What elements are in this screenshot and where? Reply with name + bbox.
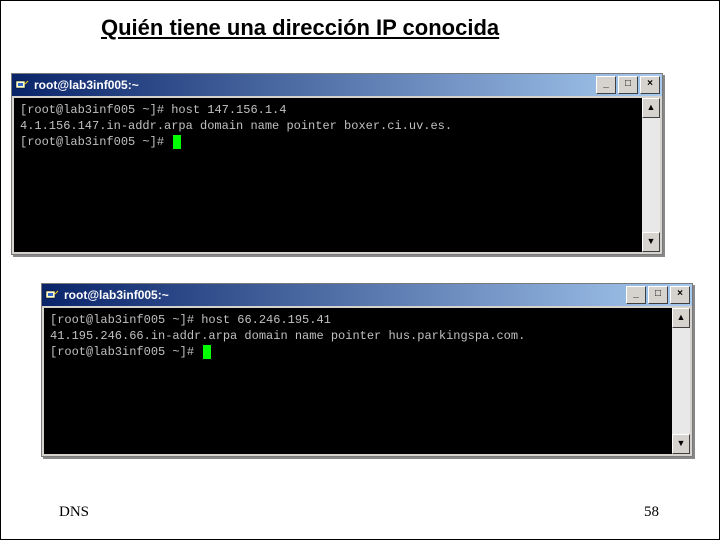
prompt: [root@lab3inf005 ~]# (20, 103, 164, 117)
prompt: [root@lab3inf005 ~]# (50, 313, 194, 327)
page-number: 58 (644, 504, 659, 521)
minimize-button[interactable]: _ (596, 76, 616, 94)
footer-label: DNS (59, 504, 89, 521)
scroll-up-icon[interactable]: ▲ (672, 308, 690, 328)
scroll-track[interactable] (642, 118, 660, 232)
scrollbar-1[interactable]: ▲ ▼ (642, 98, 660, 252)
close-button[interactable]: × (670, 286, 690, 304)
slide-title: Quién tiene una dirección IP conocida (101, 15, 499, 41)
scroll-up-icon[interactable]: ▲ (642, 98, 660, 118)
maximize-button[interactable]: □ (648, 286, 668, 304)
command-text: host 147.156.1.4 (164, 103, 286, 117)
terminal-window-1: root@lab3inf005:~ _ □ × [root@lab3inf005… (11, 73, 663, 255)
window-title-2: root@lab3inf005:~ (64, 288, 626, 302)
terminal-body-1[interactable]: [root@lab3inf005 ~]# host 147.156.1.4 4.… (14, 98, 660, 252)
slide: Quién tiene una dirección IP conocida ro… (0, 0, 720, 540)
window-buttons-2: _ □ × (626, 286, 690, 304)
output-line: 4.1.156.147.in-addr.arpa domain name poi… (20, 119, 452, 133)
cursor-icon (173, 135, 181, 149)
cursor-icon (203, 345, 211, 359)
terminal-body-2[interactable]: [root@lab3inf005 ~]# host 66.246.195.41 … (44, 308, 690, 454)
prompt: [root@lab3inf005 ~]# (50, 345, 194, 359)
maximize-button[interactable]: □ (618, 76, 638, 94)
scroll-down-icon[interactable]: ▼ (642, 232, 660, 252)
putty-icon (44, 287, 60, 303)
titlebar-2[interactable]: root@lab3inf005:~ _ □ × (42, 284, 692, 306)
terminal-window-2: root@lab3inf005:~ _ □ × [root@lab3inf005… (41, 283, 693, 457)
scroll-track[interactable] (672, 328, 690, 434)
putty-icon (14, 77, 30, 93)
command-text: host 66.246.195.41 (194, 313, 331, 327)
minimize-button[interactable]: _ (626, 286, 646, 304)
output-line: 41.195.246.66.in-addr.arpa domain name p… (50, 329, 525, 343)
prompt: [root@lab3inf005 ~]# (20, 135, 164, 149)
titlebar-1[interactable]: root@lab3inf005:~ _ □ × (12, 74, 662, 96)
close-button[interactable]: × (640, 76, 660, 94)
window-title-1: root@lab3inf005:~ (34, 78, 596, 92)
scroll-down-icon[interactable]: ▼ (672, 434, 690, 454)
window-buttons-1: _ □ × (596, 76, 660, 94)
scrollbar-2[interactable]: ▲ ▼ (672, 308, 690, 454)
